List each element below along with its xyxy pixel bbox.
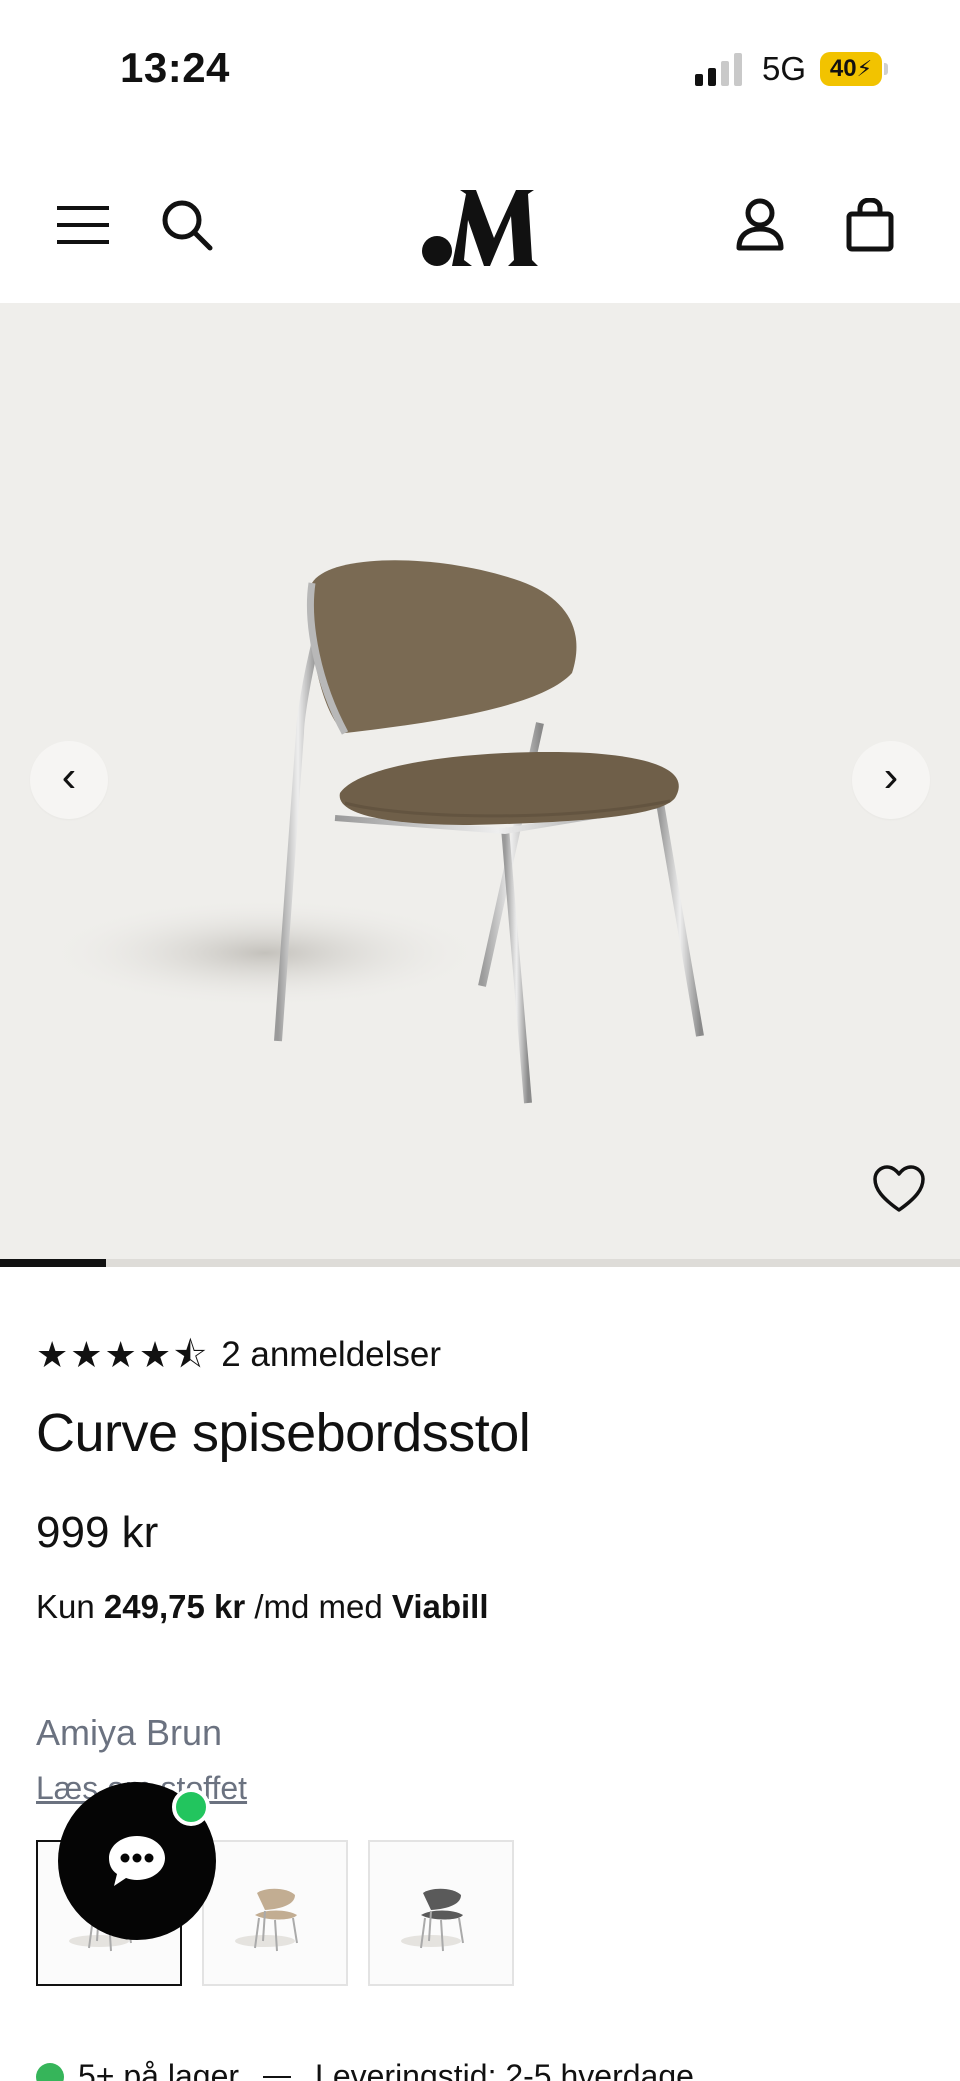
- shopping-bag-icon[interactable]: [835, 190, 905, 260]
- chair-thumbnail: [401, 1888, 464, 1952]
- search-icon[interactable]: [152, 190, 222, 260]
- financing-provider: Viabill: [391, 1588, 489, 1625]
- swatch-beige[interactable]: [202, 1840, 348, 1986]
- financing-amount: 249,75 kr: [103, 1588, 246, 1625]
- site-header: [0, 150, 960, 300]
- review-count[interactable]: 2 anmeldelser: [221, 1335, 441, 1375]
- delivery-time: Leveringstid: 2-5 hverdage: [315, 2058, 694, 2081]
- rating-row[interactable]: ★★★★⯪ 2 anmeldelser: [36, 1335, 441, 1375]
- product-image: [45, 560, 704, 1104]
- financing-info: Kun 249,75 kr /md med Viabill: [36, 1588, 489, 1626]
- stock-status-dot: [36, 2062, 64, 2081]
- chat-online-indicator: [172, 1788, 210, 1826]
- financing-mid: /md med: [245, 1588, 392, 1625]
- status-bar: 13:24 5G 40 ⚡: [0, 0, 960, 140]
- heart-icon: [873, 1165, 925, 1212]
- battery-level: 40: [829, 55, 857, 82]
- next-image-button[interactable]: ›: [852, 741, 930, 819]
- swatch-graa[interactable]: [368, 1840, 514, 1986]
- gallery-progress-fill: [0, 1259, 106, 1267]
- product-title: Curve spisebordsstol: [36, 1403, 531, 1463]
- gallery-progress-bar: [0, 1259, 960, 1267]
- signal-icon: [694, 52, 742, 86]
- divider: [263, 2075, 292, 2078]
- product-image-gallery[interactable]: ‹ ›: [0, 303, 960, 1259]
- stock-status: 5+ på lager: [78, 2058, 240, 2081]
- status-indicators: 5G 40 ⚡: [694, 50, 888, 88]
- selected-variant-name: Amiya Brun: [36, 1712, 223, 1753]
- chevron-left-icon: ‹: [61, 752, 77, 801]
- network-type: 5G: [761, 50, 806, 87]
- hamburger-menu-icon[interactable]: [48, 190, 118, 260]
- previous-image-button[interactable]: ‹: [30, 741, 108, 819]
- financing-prefix: Kun: [36, 1588, 104, 1625]
- user-icon[interactable]: [725, 190, 795, 260]
- chair-thumbnail: [235, 1888, 298, 1952]
- wishlist-button[interactable]: [872, 1164, 926, 1214]
- status-time: 13:24: [120, 44, 230, 91]
- stock-info: 5+ på lager Leveringstid: 2-5 hverdage: [36, 2058, 694, 2081]
- rating-stars-icon: ★★★★⯪: [36, 1334, 210, 1375]
- chevron-right-icon: ›: [883, 752, 899, 801]
- product-price: 999 kr: [36, 1508, 159, 1557]
- battery-icon: 40 ⚡: [820, 52, 888, 86]
- chat-bubble-icon: [109, 1836, 165, 1886]
- brand-logo[interactable]: [420, 180, 540, 270]
